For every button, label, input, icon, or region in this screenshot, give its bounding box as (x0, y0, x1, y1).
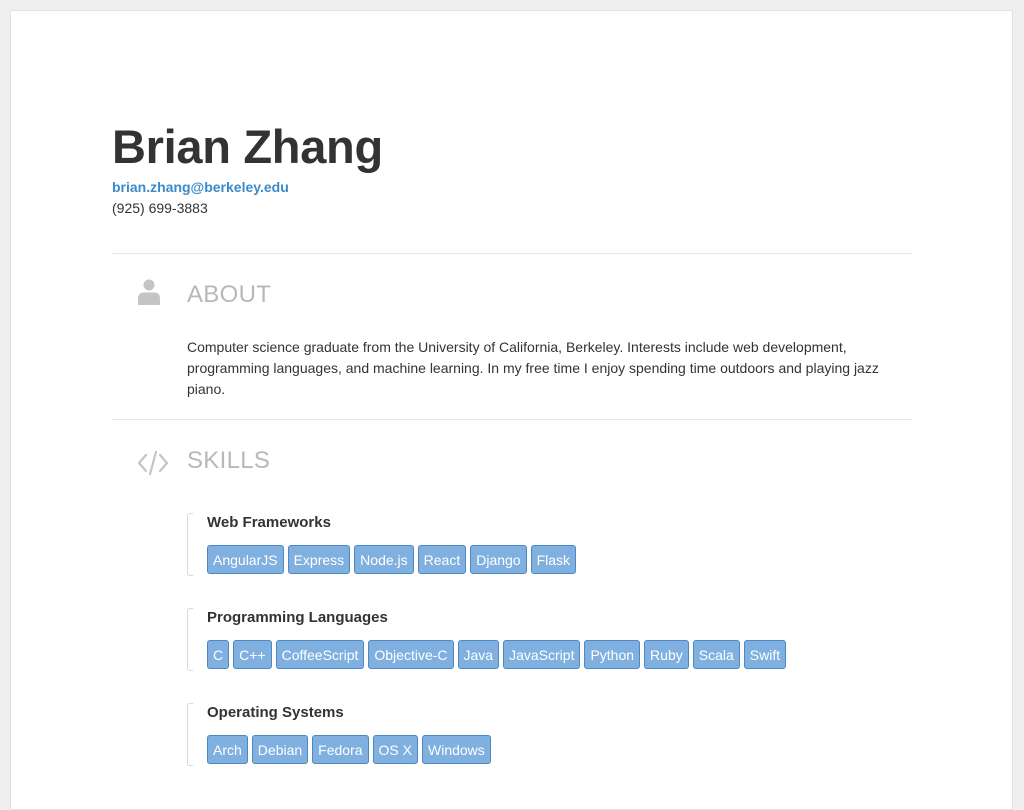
person-name: Brian Zhang (112, 120, 383, 173)
group-bracket (187, 608, 193, 671)
skill-tag[interactable]: Express (287, 545, 351, 574)
group-bracket (187, 513, 193, 576)
skill-tag[interactable]: Swift (743, 640, 787, 669)
skill-group-title: Web Frameworks (207, 514, 331, 531)
phone-number: (925) 699-3883 (112, 200, 208, 216)
skill-tag[interactable]: Flask (530, 545, 577, 574)
skill-tag[interactable]: Python (584, 640, 641, 669)
skill-group-web-frameworks: Web Frameworks AngularJS Express Node.js… (187, 513, 912, 579)
skill-tags: Arch Debian Fedora OS X Windows (207, 735, 491, 764)
skill-tag[interactable]: AngularJS (207, 545, 284, 574)
divider (112, 419, 912, 420)
skill-group-operating-systems: Operating Systems Arch Debian Fedora OS … (187, 703, 912, 769)
skill-group-title: Operating Systems (207, 704, 344, 721)
skill-group-programming-languages: Programming Languages C C++ CoffeeScript… (187, 608, 912, 674)
skill-tag[interactable]: React (417, 545, 467, 574)
about-heading: ABOUT (187, 281, 272, 308)
skill-tag[interactable]: C++ (233, 640, 272, 669)
user-icon (138, 279, 160, 305)
resume-page: Brian Zhang brian.zhang@berkeley.edu (92… (10, 10, 1013, 810)
skill-tag[interactable]: Django (470, 545, 527, 574)
skill-tag[interactable]: C (207, 640, 230, 669)
skill-tag[interactable]: Debian (251, 735, 309, 764)
skill-tag[interactable]: Ruby (644, 640, 689, 669)
skill-tag[interactable]: OS X (372, 735, 418, 764)
skill-tag[interactable]: Windows (422, 735, 491, 764)
email-link[interactable]: brian.zhang@berkeley.edu (112, 179, 289, 195)
skill-tag[interactable]: Scala (692, 640, 740, 669)
skill-group-title: Programming Languages (207, 609, 388, 626)
group-bracket (187, 703, 193, 766)
skill-tags: AngularJS Express Node.js React Django F… (207, 545, 577, 574)
divider (112, 253, 912, 254)
skill-tag[interactable]: Fedora (312, 735, 369, 764)
skills-heading: SKILLS (187, 447, 271, 474)
skill-tag[interactable]: Java (457, 640, 500, 669)
skill-tag[interactable]: CoffeeScript (275, 640, 365, 669)
skill-tag[interactable]: JavaScript (503, 640, 581, 669)
code-icon (137, 450, 169, 476)
about-text: Computer science graduate from the Unive… (187, 339, 879, 397)
skill-tag[interactable]: Node.js (354, 545, 414, 574)
skill-tag[interactable]: Objective-C (368, 640, 454, 669)
skill-tag[interactable]: Arch (207, 735, 248, 764)
skill-tags: C C++ CoffeeScript Objective-C Java Java… (207, 640, 787, 669)
